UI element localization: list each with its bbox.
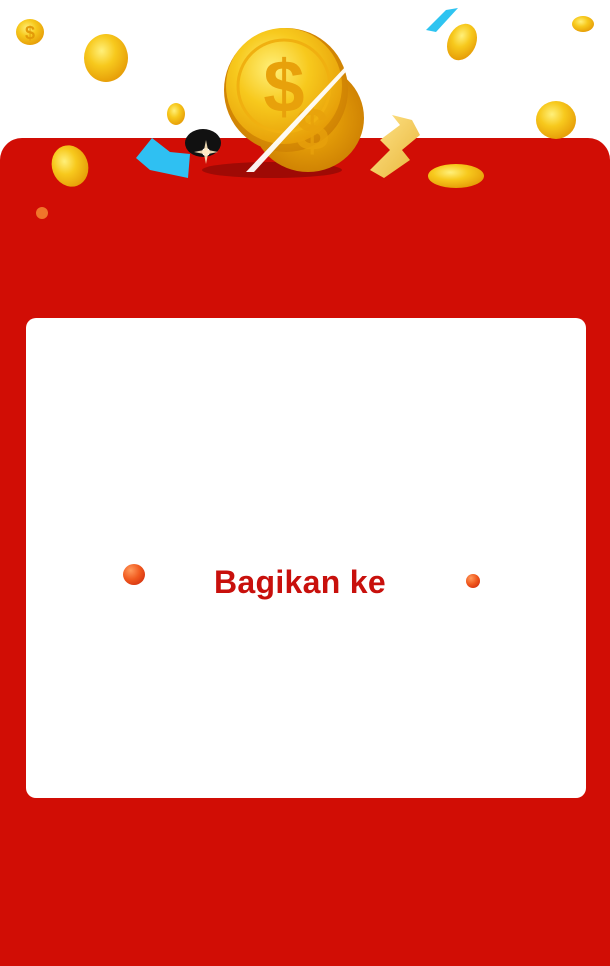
coin-1 <box>84 34 128 82</box>
confetti-cyan-left <box>136 138 190 178</box>
confetti-cyan-top <box>426 8 458 32</box>
orange-dot <box>36 207 48 219</box>
coin-7 <box>428 164 484 188</box>
coin-2 <box>167 103 185 125</box>
coin-5 <box>536 101 576 139</box>
small-dollar-coin-icon: $ <box>16 19 44 45</box>
svg-text:$: $ <box>25 23 35 43</box>
coin-confetti-decoration: $ $ $ <box>16 8 594 219</box>
gold-ribbon <box>370 115 420 178</box>
share-heading: Bagikan ke <box>214 564 386 600</box>
share-card <box>26 318 586 798</box>
coin-3 <box>446 23 478 61</box>
main-dollar-coin-icon: $ $ <box>224 28 364 172</box>
share-screen: $ $ $ Bagikan ke <box>0 0 610 966</box>
coin-4 <box>572 16 594 32</box>
coin-6 <box>51 145 89 187</box>
